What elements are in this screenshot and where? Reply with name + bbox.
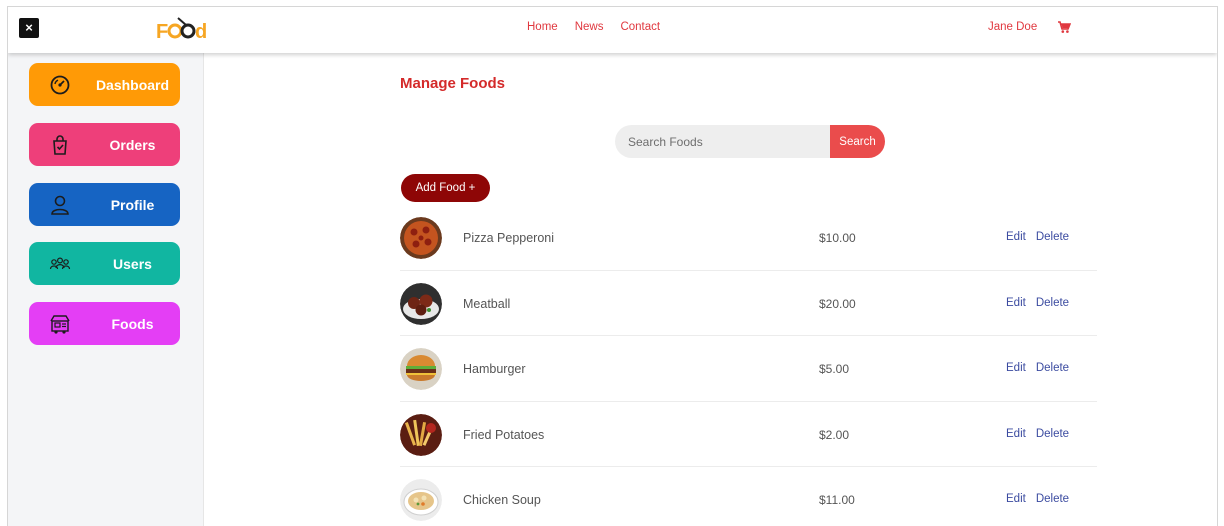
search-button[interactable]: Search [830,125,885,158]
sidebar-item-users[interactable]: Users [29,242,180,285]
food-price: $10.00 [819,231,856,245]
row-actions: Edit Delete [1006,362,1069,374]
logo[interactable]: F d [156,16,210,42]
food-name: Chicken Soup [463,493,541,507]
row-actions: Edit Delete [1006,493,1069,505]
edit-link[interactable]: Edit [1006,428,1026,440]
row-actions: Edit Delete [1006,231,1069,243]
edit-link[interactable]: Edit [1006,231,1026,243]
food-logo-icon: F d [156,17,207,42]
nav-contact[interactable]: Contact [620,21,660,33]
user-icon [49,194,71,216]
list-item: Hamburger $5.00 Edit Delete [400,336,1097,402]
list-item: Meatball $20.00 Edit Delete [400,271,1097,336]
close-button[interactable]: × [19,18,39,38]
list-item: Pizza Pepperoni $10.00 Edit Delete [400,205,1097,271]
sidebar-item-dashboard[interactable]: Dashboard [29,63,180,106]
sidebar: Dashboard Orders Profile Users Foods [8,53,204,526]
food-image [400,217,442,259]
sidebar-item-label: Dashboard [95,77,170,93]
sidebar-item-label: Profile [110,197,155,213]
gauge-icon [49,74,71,96]
food-name: Pizza Pepperoni [463,231,555,245]
sidebar-item-label: Orders [109,137,156,153]
main-content: Manage Foods Search Add Food + [204,53,1217,526]
app-window: × F d Home News Contact Jane Doe Dashboa… [7,6,1218,526]
search-input[interactable] [615,125,833,158]
row-actions: Edit Delete [1006,428,1069,440]
food-name: Meatball [463,296,511,311]
food-image [400,479,442,521]
food-name: Hamburger [463,362,526,376]
users-icon [49,253,71,275]
sidebar-item-label: Foods [111,316,154,332]
edit-link[interactable]: Edit [1006,362,1026,374]
edit-link[interactable]: Edit [1006,297,1026,309]
delete-link[interactable]: Delete [1036,428,1069,440]
sidebar-item-orders[interactable]: Orders [29,123,180,166]
user-name-link[interactable]: Jane Doe [988,21,1037,33]
edit-link[interactable]: Edit [1006,493,1026,505]
delete-link[interactable]: Delete [1036,362,1069,374]
food-price: $5.00 [819,362,850,376]
main-nav: Home News Contact [527,21,660,33]
sidebar-item-label: Users [113,256,152,272]
cart-icon[interactable] [1057,20,1072,39]
food-name: Fried Potatoes [463,427,545,442]
food-image [400,413,442,456]
row-actions: Edit Delete [1006,297,1069,309]
search-bar: Search [615,125,885,158]
sidebar-item-foods[interactable]: Foods [29,302,180,345]
delete-link[interactable]: Delete [1036,493,1069,505]
page-title: Manage Foods [400,75,506,92]
food-image [400,282,442,325]
food-price: $20.00 [819,296,856,311]
top-navbar: × F d Home News Contact Jane Doe [8,7,1217,53]
food-list: Pizza Pepperoni $10.00 Edit Delete Meatb… [400,205,1097,526]
list-item: Chicken Soup $11.00 Edit Delete [400,467,1097,526]
food-truck-icon [49,313,71,335]
nav-news[interactable]: News [575,21,604,33]
nav-home[interactable]: Home [527,21,558,33]
delete-link[interactable]: Delete [1036,231,1069,243]
food-price: $11.00 [819,493,855,507]
sidebar-item-profile[interactable]: Profile [29,183,180,226]
svg-text:F: F [156,21,168,42]
food-image [400,348,442,390]
list-item: Fried Potatoes $2.00 Edit Delete [400,402,1097,467]
add-food-button[interactable]: Add Food + [401,174,490,202]
food-price: $2.00 [819,427,850,442]
svg-text:d: d [195,21,207,42]
shopping-bag-icon [49,134,71,156]
delete-link[interactable]: Delete [1036,297,1069,309]
